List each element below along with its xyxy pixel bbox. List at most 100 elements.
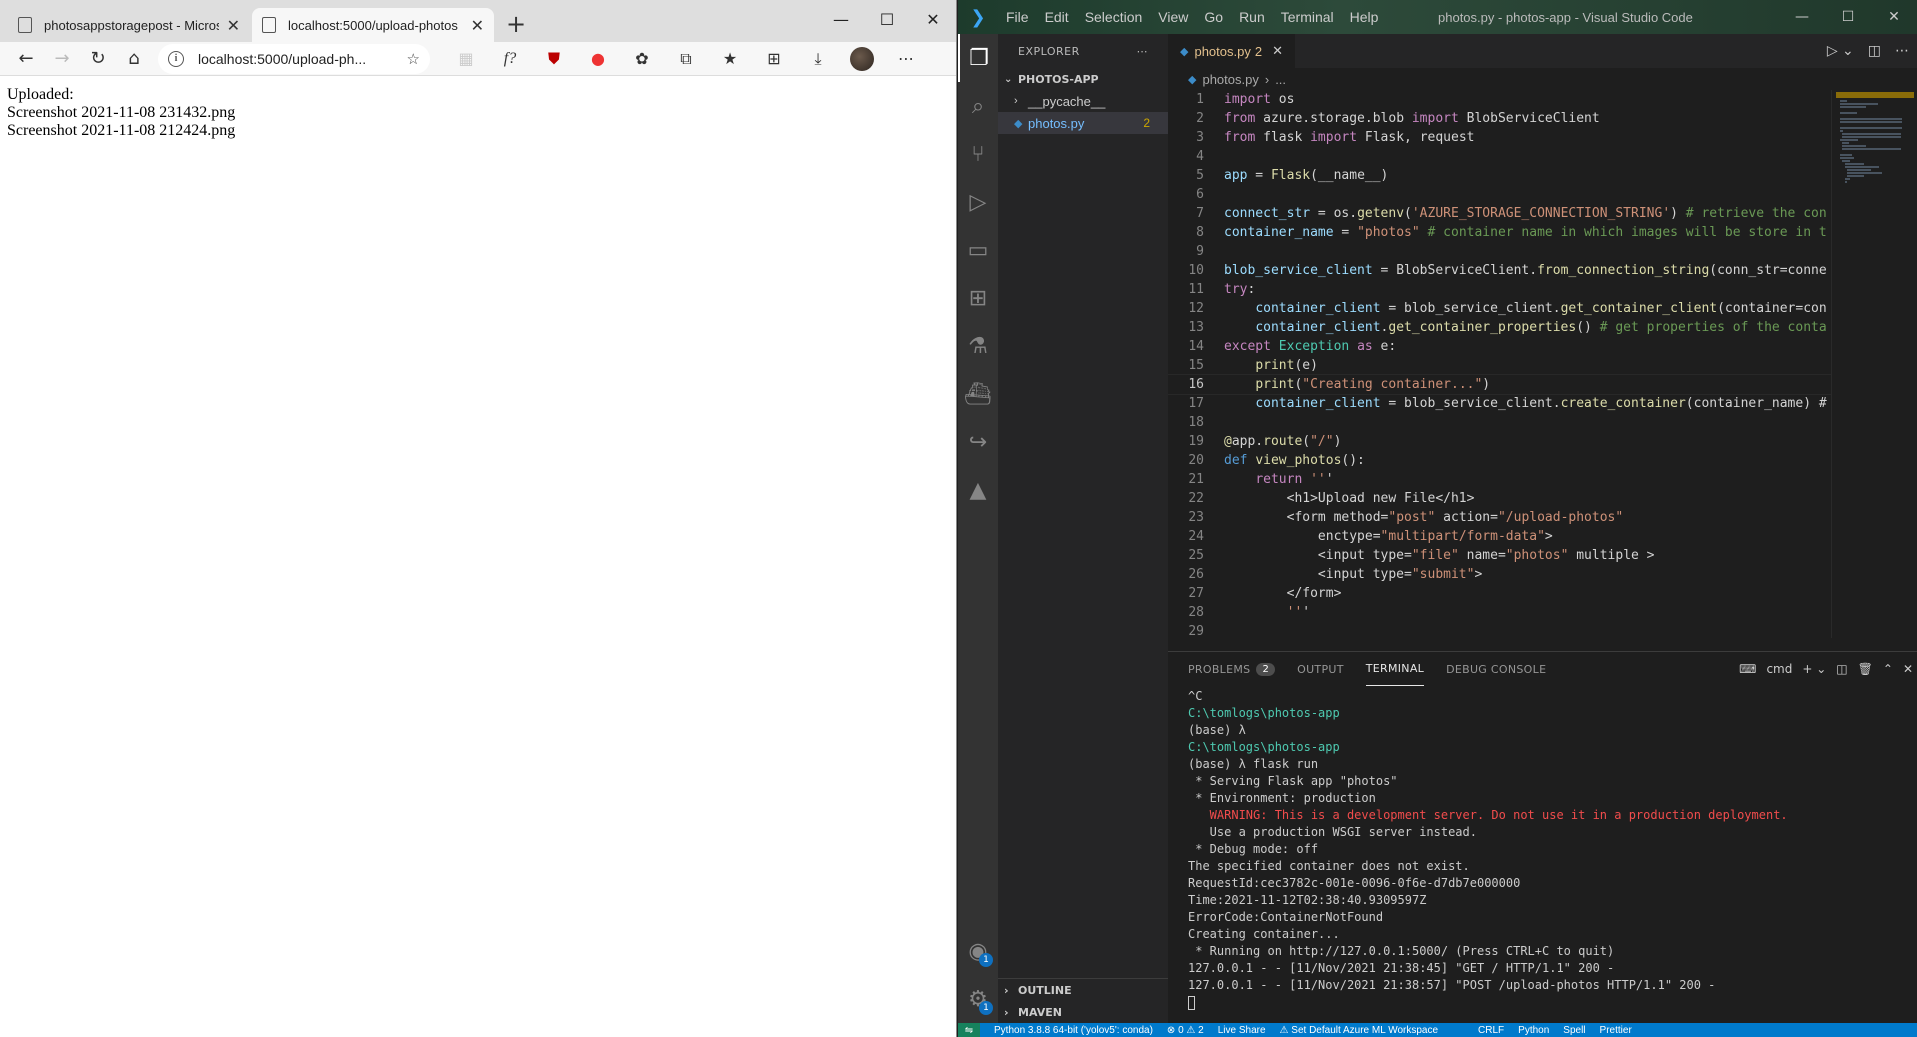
- split-editor-icon[interactable]: ◫: [1868, 43, 1881, 59]
- back-icon[interactable]: ←: [8, 44, 44, 74]
- new-terminal-icon[interactable]: + ⌄: [1802, 662, 1826, 676]
- add-favorite-icon[interactable]: ☆: [407, 50, 420, 68]
- formula-extension-icon[interactable]: f?: [488, 44, 532, 74]
- breadcrumb-rest[interactable]: ...: [1275, 72, 1286, 87]
- tab-debug-console[interactable]: DEBUG CONSOLE: [1446, 652, 1546, 686]
- code-line[interactable]: 5 app = Flask(__name__): [1168, 166, 1868, 185]
- azure-icon[interactable]: ▲: [958, 466, 998, 514]
- menu-item-file[interactable]: File: [998, 9, 1037, 25]
- maximize-panel-icon[interactable]: ⌃: [1883, 662, 1893, 676]
- remote-explorer-icon[interactable]: ▭: [958, 226, 998, 274]
- browser-tab-azure[interactable]: photosappstoragepost - Microso ✕: [8, 8, 250, 42]
- extensions-icon[interactable]: ⊞: [958, 274, 998, 322]
- source-control-icon[interactable]: ⑂: [958, 130, 998, 178]
- code-line[interactable]: 11 try:: [1168, 280, 1868, 299]
- code-line[interactable]: 27 </form>: [1168, 584, 1868, 603]
- trash-icon[interactable]: 🗑: [1858, 662, 1873, 676]
- code-line[interactable]: 8 container_name = "photos" # container n…: [1168, 223, 1868, 242]
- code-line[interactable]: 16 print("Creating container..."): [1168, 374, 1868, 395]
- close-tab-icon[interactable]: ✕: [1272, 43, 1283, 59]
- status-item[interactable]: Live Share: [1218, 1025, 1266, 1036]
- code-line[interactable]: 17 container_client = blob_service_clien…: [1168, 394, 1868, 413]
- tab-problems[interactable]: PROBLEMS 2: [1188, 652, 1276, 686]
- tab-close-icon[interactable]: ✕: [227, 16, 240, 35]
- close-panel-icon[interactable]: ✕: [1903, 662, 1913, 676]
- code-line[interactable]: 1 import os: [1168, 90, 1868, 109]
- run-debug-icon[interactable]: ▷: [958, 178, 998, 226]
- maven-section[interactable]: › MAVEN: [998, 1001, 1168, 1023]
- code-line[interactable]: 19 @app.route("/"): [1168, 432, 1868, 451]
- refresh-icon[interactable]: ↻: [80, 44, 116, 74]
- code-line[interactable]: 26 <input type="submit">: [1168, 565, 1868, 584]
- more-actions-icon[interactable]: ⋯: [1137, 45, 1149, 58]
- terminal-shell-select[interactable]: cmd: [1766, 662, 1792, 676]
- code-line[interactable]: 28 ''': [1168, 603, 1868, 622]
- close-icon[interactable]: ✕: [910, 0, 956, 38]
- tab-output[interactable]: OUTPUT: [1297, 652, 1344, 686]
- tree-item-photos-py[interactable]: ◆ photos.py 2: [998, 112, 1168, 134]
- downloads-icon[interactable]: ⤓: [796, 44, 840, 74]
- live-share-icon[interactable]: ↪: [958, 418, 998, 466]
- collections-icon[interactable]: ⊞: [752, 44, 796, 74]
- code-line[interactable]: 25 <input type="file" name="photos" mult…: [1168, 546, 1868, 565]
- testing-icon[interactable]: ⚗: [958, 322, 998, 370]
- home-icon[interactable]: ⌂: [116, 44, 152, 74]
- code-line[interactable]: 4: [1168, 147, 1868, 166]
- tab-close-icon[interactable]: ✕: [471, 16, 484, 35]
- info-icon[interactable]: i: [168, 50, 184, 67]
- menu-item-go[interactable]: Go: [1196, 9, 1231, 25]
- code-line[interactable]: 20 def view_photos():: [1168, 451, 1868, 470]
- code-line[interactable]: 2 from azure.storage.blob import BlobServ…: [1168, 109, 1868, 128]
- code-line[interactable]: 21 return ''': [1168, 470, 1868, 489]
- maximize-icon[interactable]: ☐: [864, 0, 910, 38]
- code-line[interactable]: 12 container_client = blob_service_clien…: [1168, 299, 1868, 318]
- code-line[interactable]: 14 except Exception as e:: [1168, 337, 1868, 356]
- code-line[interactable]: 23 <form method="post" action="/upload-p…: [1168, 508, 1868, 527]
- settings-gear-icon[interactable]: ⚙ 1: [958, 975, 998, 1023]
- code-line[interactable]: 7 connect_str = os.getenv('AZURE_STORAGE_…: [1168, 204, 1868, 223]
- favorites-icon[interactable]: ★: [708, 44, 752, 74]
- status-item[interactable]: CRLF: [1478, 1025, 1504, 1036]
- status-item[interactable]: ⚠ Set Default Azure ML Workspace: [1280, 1025, 1438, 1036]
- close-icon[interactable]: ✕: [1871, 0, 1917, 34]
- minimize-icon[interactable]: —: [1779, 0, 1825, 34]
- breadcrumb-file[interactable]: photos.py: [1202, 72, 1258, 87]
- menu-item-view[interactable]: View: [1150, 9, 1196, 25]
- menu-item-run[interactable]: Run: [1231, 9, 1273, 25]
- more-actions-icon[interactable]: ⋯: [1895, 43, 1909, 59]
- status-item[interactable]: Python 3.8.8 64-bit ('yolov5': conda): [994, 1025, 1153, 1036]
- code-line[interactable]: 24 enctype="multipart/form-data">: [1168, 527, 1868, 546]
- code-line[interactable]: 9: [1168, 242, 1868, 261]
- search-icon[interactable]: ⌕: [958, 82, 998, 130]
- forward-icon[interactable]: →: [44, 44, 80, 74]
- maximize-icon[interactable]: ☐: [1825, 0, 1871, 34]
- ublock-icon[interactable]: ⛊: [532, 44, 576, 74]
- code-line[interactable]: 3 from flask import Flask, request: [1168, 128, 1868, 147]
- docker-icon[interactable]: ⛴: [958, 370, 998, 418]
- menu-item-help[interactable]: Help: [1342, 9, 1387, 25]
- code-line[interactable]: 29: [1168, 622, 1868, 638]
- address-bar[interactable]: i localhost:5000/upload-ph... ☆: [158, 43, 430, 74]
- accounts-icon[interactable]: ◉ 1: [958, 927, 998, 975]
- color-picker-icon[interactable]: ●: [576, 44, 620, 74]
- tree-item-pycache[interactable]: › __pycache__: [998, 90, 1168, 112]
- more-icon[interactable]: ⋯: [884, 44, 928, 74]
- split-terminal-icon[interactable]: ◫: [1836, 662, 1847, 676]
- status-item[interactable]: Prettier: [1600, 1025, 1632, 1036]
- minimize-icon[interactable]: —: [818, 0, 864, 38]
- outline-section[interactable]: › OUTLINE: [998, 979, 1168, 1001]
- browser-tab-upload-photos[interactable]: localhost:5000/upload-photos ✕: [252, 8, 494, 42]
- new-tab-button[interactable]: +: [506, 8, 526, 42]
- extension-icon[interactable]: ✿: [620, 44, 664, 74]
- run-file-icon[interactable]: ▷ ⌄: [1827, 43, 1854, 59]
- code-line[interactable]: 13 container_client.get_container_proper…: [1168, 318, 1868, 337]
- code-line[interactable]: 18: [1168, 413, 1868, 432]
- menu-item-edit[interactable]: Edit: [1037, 9, 1077, 25]
- profile-button[interactable]: [840, 44, 884, 74]
- extensions-icon[interactable]: ⧉: [664, 44, 708, 74]
- remote-indicator-icon[interactable]: ⇋: [958, 1023, 980, 1037]
- terminal-output[interactable]: ^C C:\tomlogs\photos-app (base) λ C:\tomlog…: [1168, 686, 1917, 1013]
- explorer-icon[interactable]: ❐: [958, 34, 998, 82]
- menu-item-terminal[interactable]: Terminal: [1273, 9, 1342, 25]
- folder-section[interactable]: ⌄ PHOTOS-APP: [998, 68, 1168, 90]
